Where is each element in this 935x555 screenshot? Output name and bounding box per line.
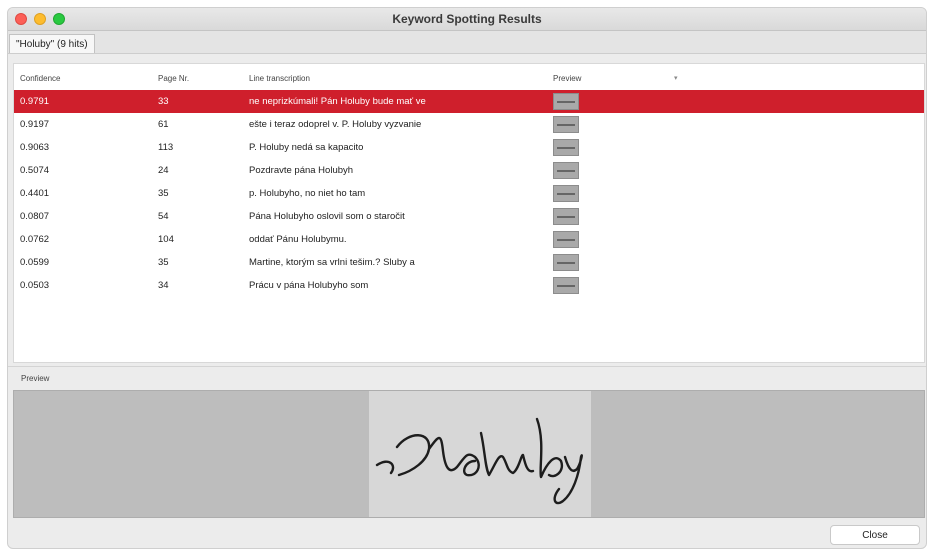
- cell-page: 113: [158, 142, 174, 153]
- tab-bar: "Holuby" (9 hits): [8, 31, 926, 54]
- cell-line: p. Holubyho, no niet ho tam: [249, 188, 366, 199]
- cell-confidence: 0.0503: [20, 280, 50, 291]
- cell-confidence: 0.4401: [20, 188, 50, 199]
- results-table: Confidence Page Nr. Line transcription P…: [13, 63, 925, 363]
- keyword-spotting-window: Keyword Spotting Results "Holuby" (9 hit…: [7, 7, 927, 549]
- cell-page: 33: [158, 96, 169, 107]
- table-row[interactable]: 0.0807 54 Pána Holubyho oslovil som o st…: [14, 205, 924, 228]
- handwritten-word-image: [369, 391, 591, 517]
- cell-line: P. Holuby nedá sa kapacito: [249, 142, 364, 153]
- table-row[interactable]: 0.4401 35 p. Holubyho, no niet ho tam: [14, 182, 924, 205]
- cell-confidence: 0.9063: [20, 142, 50, 153]
- column-header-preview[interactable]: Preview: [553, 74, 581, 83]
- preview-thumbnail[interactable]: [553, 277, 579, 294]
- cell-confidence: 0.0599: [20, 257, 50, 268]
- cell-page: 34: [158, 280, 169, 291]
- cell-line: oddať Pánu Holubymu.: [249, 234, 347, 245]
- cell-confidence: 0.9791: [20, 96, 50, 107]
- cell-confidence: 0.0762: [20, 234, 50, 245]
- cell-page: 61: [158, 119, 169, 130]
- tab-holuby-hits[interactable]: "Holuby" (9 hits): [9, 34, 95, 53]
- title-bar[interactable]: Keyword Spotting Results: [8, 8, 926, 31]
- preview-thumbnail[interactable]: [553, 254, 579, 271]
- preview-thumbnail[interactable]: [553, 231, 579, 248]
- preview-thumbnail[interactable]: [553, 162, 579, 179]
- cell-confidence: 0.0807: [20, 211, 50, 222]
- preview-thumbnail[interactable]: [553, 208, 579, 225]
- sort-indicator-icon[interactable]: ▾: [674, 74, 678, 82]
- table-row[interactable]: 0.0503 34 Prácu v pána Holubyho som: [14, 274, 924, 297]
- cell-page: 35: [158, 257, 169, 268]
- cell-page: 54: [158, 211, 169, 222]
- cell-line: Pozdravte pána Holubyh: [249, 165, 354, 176]
- table-row[interactable]: 0.9063 113 P. Holuby nedá sa kapacito: [14, 136, 924, 159]
- window-title: Keyword Spotting Results: [392, 12, 542, 26]
- table-row[interactable]: 0.9197 61 ešte i teraz odoprel v. P. Hol…: [14, 113, 924, 136]
- cell-line: ešte i teraz odoprel v. P. Holuby vyzvan…: [249, 119, 422, 130]
- cell-confidence: 0.9197: [20, 119, 50, 130]
- table-row[interactable]: 0.0762 104 oddať Pánu Holubymu.: [14, 228, 924, 251]
- table-row[interactable]: 0.9791 33 ne neprizkúmali! Pán Holuby bu…: [14, 90, 924, 113]
- preview-label: Preview: [21, 374, 50, 383]
- preview-thumbnail[interactable]: [553, 93, 579, 110]
- table-row[interactable]: 0.5074 24 Pozdravte pána Holubyh: [14, 159, 924, 182]
- preview-thumbnail[interactable]: [553, 116, 579, 133]
- cell-line: Martine, ktorým sa vrlni tešim.? Sluby a: [249, 257, 415, 268]
- preview-area: [13, 390, 925, 518]
- column-header-confidence[interactable]: Confidence: [20, 74, 60, 83]
- cell-line: Pána Holubyho oslovil som o staročit: [249, 211, 405, 222]
- preview-thumbnail[interactable]: [553, 185, 579, 202]
- cell-confidence: 0.5074: [20, 165, 50, 176]
- cell-page: 24: [158, 165, 169, 176]
- preview-thumbnail[interactable]: [553, 139, 579, 156]
- cell-page: 35: [158, 188, 169, 199]
- cell-page: 104: [158, 234, 174, 245]
- column-header-line[interactable]: Line transcription: [249, 74, 310, 83]
- handwriting-icon: [375, 417, 583, 505]
- close-button[interactable]: Close: [830, 525, 920, 545]
- preview-section-header: Preview: [8, 366, 926, 389]
- table-row[interactable]: 0.0599 35 Martine, ktorým sa vrlni tešim…: [14, 251, 924, 274]
- table-header: Confidence Page Nr. Line transcription P…: [14, 64, 924, 88]
- column-header-page[interactable]: Page Nr.: [158, 74, 189, 83]
- cell-line: ne neprizkúmali! Pán Holuby bude mať ve: [249, 96, 426, 107]
- cell-line: Prácu v pána Holubyho som: [249, 280, 369, 291]
